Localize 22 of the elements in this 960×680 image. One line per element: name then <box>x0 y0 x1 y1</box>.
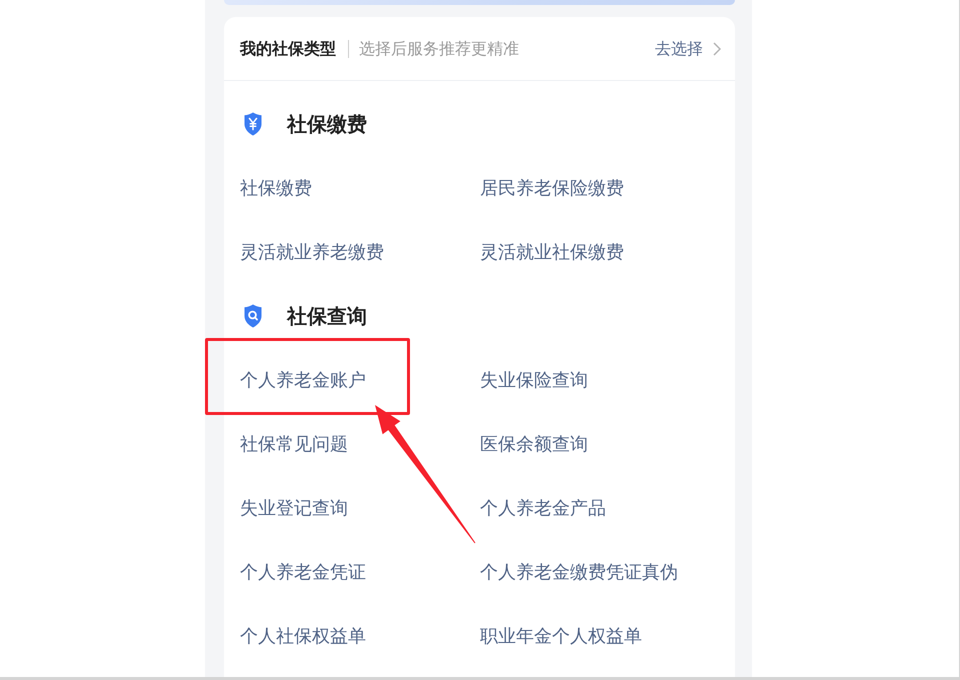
section-title: 社保缴费 <box>287 111 367 138</box>
service-link[interactable]: 失业登记查询 <box>240 494 348 522</box>
search-shield-icon <box>244 304 262 328</box>
hint-text: 选择后服务推荐更精准 <box>359 38 519 60</box>
service-link[interactable]: 社保常见问题 <box>240 430 348 458</box>
service-link[interactable]: 个人社保权益单 <box>240 622 366 650</box>
service-link[interactable]: 灵活就业养老缴费 <box>240 238 384 266</box>
section-title: 我的社保类型 <box>240 38 336 60</box>
service-link[interactable]: 个人养老金账户 <box>240 366 366 394</box>
service-link[interactable]: 失业保险查询 <box>480 366 588 394</box>
choose-link[interactable]: 去选择 <box>655 36 703 60</box>
service-link[interactable]: 社保缴费 <box>240 174 312 202</box>
service-link[interactable]: 医保余额查询 <box>480 430 588 458</box>
service-link[interactable]: 个人养老金凭证 <box>240 558 366 586</box>
section-title: 社保查询 <box>287 303 367 330</box>
yen-shield-icon <box>244 112 262 136</box>
service-link[interactable]: 个人养老金缴费凭证真伪 <box>480 558 678 586</box>
service-link[interactable]: 职业年金个人权益单 <box>480 622 642 650</box>
chevron-right-icon <box>713 42 721 56</box>
service-link[interactable]: 灵活就业社保缴费 <box>480 238 624 266</box>
service-link[interactable]: 个人养老金产品 <box>480 494 606 522</box>
service-link[interactable]: 居民养老保险缴费 <box>480 174 624 202</box>
